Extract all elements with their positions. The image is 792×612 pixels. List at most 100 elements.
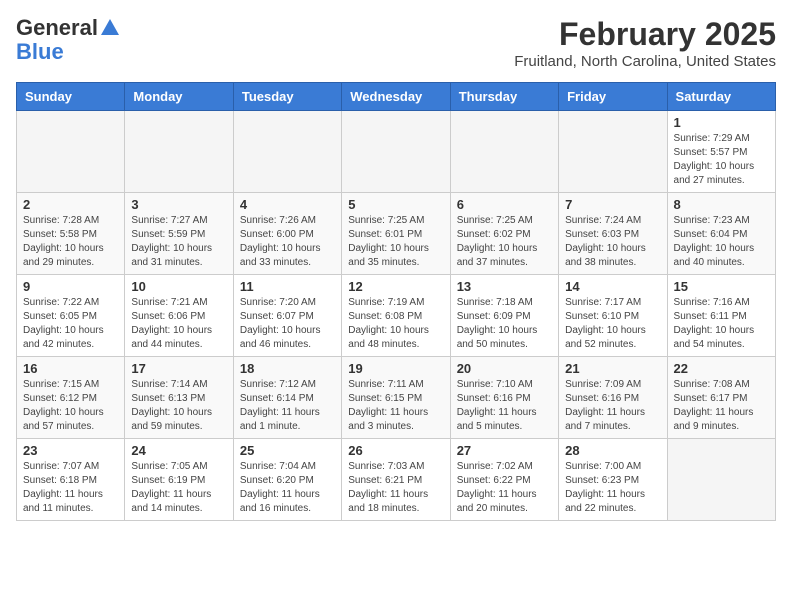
day-number: 14 xyxy=(565,279,660,294)
calendar-cell xyxy=(450,111,558,193)
calendar-cell xyxy=(559,111,667,193)
calendar-cell: 13 Sunrise: 7:18 AM Sunset: 6:09 PM Dayli… xyxy=(450,275,558,357)
day-number: 7 xyxy=(565,197,660,212)
day-number: 1 xyxy=(674,115,769,130)
column-header-thursday: Thursday xyxy=(450,83,558,111)
day-number: 6 xyxy=(457,197,552,212)
day-info: Sunrise: 7:09 AM Sunset: 6:16 PM Dayligh… xyxy=(565,378,660,434)
calendar-cell: 27Sunrise: 7:02 AM Sunset: 6:22 PM Dayli… xyxy=(450,439,558,521)
logo-blue: Blue xyxy=(16,39,64,64)
calendar-cell: 11 Sunrise: 7:20 AM Sunset: 6:07 PM Dayli… xyxy=(233,275,341,357)
column-header-tuesday: Tuesday xyxy=(233,83,341,111)
day-info: Sunrise: 7:25 AM Sunset: 6:01 PM Dayligh… xyxy=(348,214,443,270)
calendar-week-3: 16 Sunrise: 7:15 AM Sunset: 6:12 PM Dayli… xyxy=(17,357,776,439)
day-number: 19 xyxy=(348,361,443,376)
calendar-cell: 3 Sunrise: 7:27 AM Sunset: 5:59 PM Daylig… xyxy=(125,193,233,275)
day-number: 25 xyxy=(240,443,335,458)
day-number: 8 xyxy=(674,197,769,212)
column-header-saturday: Saturday xyxy=(667,83,775,111)
calendar-cell xyxy=(233,111,341,193)
day-info: Sunrise: 7:26 AM Sunset: 6:00 PM Dayligh… xyxy=(240,214,335,270)
day-info: Sunrise: 7:27 AM Sunset: 5:59 PM Dayligh… xyxy=(131,214,226,270)
calendar-cell xyxy=(342,111,450,193)
day-number: 10 xyxy=(131,279,226,294)
day-number: 23 xyxy=(23,443,118,458)
day-info: Sunrise: 7:04 AM Sunset: 6:20 PM Dayligh… xyxy=(240,460,335,516)
calendar-cell: 17Sunrise: 7:14 AM Sunset: 6:13 PM Dayli… xyxy=(125,357,233,439)
day-number: 11 xyxy=(240,279,335,294)
day-info: Sunrise: 7:20 AM Sunset: 6:07 PM Dayligh… xyxy=(240,296,335,352)
calendar-week-1: 2Sunrise: 7:28 AM Sunset: 5:58 PM Daylig… xyxy=(17,193,776,275)
calendar-cell: 7 Sunrise: 7:24 AM Sunset: 6:03 PM Daylig… xyxy=(559,193,667,275)
day-number: 2 xyxy=(23,197,118,212)
day-number: 16 xyxy=(23,361,118,376)
calendar-cell xyxy=(667,439,775,521)
month-title: February 2025 xyxy=(514,16,776,53)
calendar-week-2: 9 Sunrise: 7:22 AM Sunset: 6:05 PM Daylig… xyxy=(17,275,776,357)
column-header-sunday: Sunday xyxy=(17,83,125,111)
calendar-header-row: SundayMondayTuesdayWednesdayThursdayFrid… xyxy=(17,83,776,111)
day-number: 27 xyxy=(457,443,552,458)
day-number: 9 xyxy=(23,279,118,294)
calendar-table: SundayMondayTuesdayWednesdayThursdayFrid… xyxy=(16,82,776,521)
column-header-friday: Friday xyxy=(559,83,667,111)
day-info: Sunrise: 7:03 AM Sunset: 6:21 PM Dayligh… xyxy=(348,460,443,516)
calendar-cell: 16 Sunrise: 7:15 AM Sunset: 6:12 PM Dayli… xyxy=(17,357,125,439)
calendar-cell: 19 Sunrise: 7:11 AM Sunset: 6:15 PM Dayli… xyxy=(342,357,450,439)
calendar-cell: 25 Sunrise: 7:04 AM Sunset: 6:20 PM Dayli… xyxy=(233,439,341,521)
calendar-cell: 8 Sunrise: 7:23 AM Sunset: 6:04 PM Daylig… xyxy=(667,193,775,275)
logo-general: General xyxy=(16,16,98,40)
calendar-cell: 22 Sunrise: 7:08 AM Sunset: 6:17 PM Dayli… xyxy=(667,357,775,439)
calendar-week-0: 1 Sunrise: 7:29 AM Sunset: 5:57 PM Daylig… xyxy=(17,111,776,193)
day-number: 22 xyxy=(674,361,769,376)
day-number: 24 xyxy=(131,443,226,458)
calendar-cell xyxy=(125,111,233,193)
day-number: 4 xyxy=(240,197,335,212)
day-number: 13 xyxy=(457,279,552,294)
day-info: Sunrise: 7:00 AM Sunset: 6:23 PM Dayligh… xyxy=(565,460,660,516)
calendar-cell: 23Sunrise: 7:07 AM Sunset: 6:18 PM Dayli… xyxy=(17,439,125,521)
logo-icon xyxy=(99,17,121,39)
logo: General Blue xyxy=(16,16,122,64)
day-number: 15 xyxy=(674,279,769,294)
calendar-cell xyxy=(17,111,125,193)
calendar-cell: 28 Sunrise: 7:00 AM Sunset: 6:23 PM Dayli… xyxy=(559,439,667,521)
calendar-cell: 18Sunrise: 7:12 AM Sunset: 6:14 PM Dayli… xyxy=(233,357,341,439)
day-number: 28 xyxy=(565,443,660,458)
calendar-cell: 6 Sunrise: 7:25 AM Sunset: 6:02 PM Daylig… xyxy=(450,193,558,275)
day-number: 3 xyxy=(131,197,226,212)
day-info: Sunrise: 7:08 AM Sunset: 6:17 PM Dayligh… xyxy=(674,378,769,434)
calendar-cell: 26 Sunrise: 7:03 AM Sunset: 6:21 PM Dayli… xyxy=(342,439,450,521)
day-number: 20 xyxy=(457,361,552,376)
calendar-cell: 2Sunrise: 7:28 AM Sunset: 5:58 PM Daylig… xyxy=(17,193,125,275)
day-info: Sunrise: 7:11 AM Sunset: 6:15 PM Dayligh… xyxy=(348,378,443,434)
day-number: 21 xyxy=(565,361,660,376)
calendar-cell: 15Sunrise: 7:16 AM Sunset: 6:11 PM Dayli… xyxy=(667,275,775,357)
day-number: 26 xyxy=(348,443,443,458)
day-number: 5 xyxy=(348,197,443,212)
calendar-cell: 24 Sunrise: 7:05 AM Sunset: 6:19 PM Dayli… xyxy=(125,439,233,521)
day-number: 12 xyxy=(348,279,443,294)
calendar-cell: 14Sunrise: 7:17 AM Sunset: 6:10 PM Dayli… xyxy=(559,275,667,357)
day-info: Sunrise: 7:15 AM Sunset: 6:12 PM Dayligh… xyxy=(23,378,118,434)
day-info: Sunrise: 7:25 AM Sunset: 6:02 PM Dayligh… xyxy=(457,214,552,270)
column-header-wednesday: Wednesday xyxy=(342,83,450,111)
calendar-cell: 1 Sunrise: 7:29 AM Sunset: 5:57 PM Daylig… xyxy=(667,111,775,193)
day-info: Sunrise: 7:12 AM Sunset: 6:14 PM Dayligh… xyxy=(240,378,335,434)
day-info: Sunrise: 7:05 AM Sunset: 6:19 PM Dayligh… xyxy=(131,460,226,516)
column-header-monday: Monday xyxy=(125,83,233,111)
calendar-cell: 12Sunrise: 7:19 AM Sunset: 6:08 PM Dayli… xyxy=(342,275,450,357)
day-info: Sunrise: 7:18 AM Sunset: 6:09 PM Dayligh… xyxy=(457,296,552,352)
day-info: Sunrise: 7:29 AM Sunset: 5:57 PM Dayligh… xyxy=(674,132,769,188)
calendar-week-4: 23Sunrise: 7:07 AM Sunset: 6:18 PM Dayli… xyxy=(17,439,776,521)
day-info: Sunrise: 7:21 AM Sunset: 6:06 PM Dayligh… xyxy=(131,296,226,352)
day-info: Sunrise: 7:10 AM Sunset: 6:16 PM Dayligh… xyxy=(457,378,552,434)
calendar-cell: 5 Sunrise: 7:25 AM Sunset: 6:01 PM Daylig… xyxy=(342,193,450,275)
calendar-cell: 9 Sunrise: 7:22 AM Sunset: 6:05 PM Daylig… xyxy=(17,275,125,357)
calendar-cell: 21 Sunrise: 7:09 AM Sunset: 6:16 PM Dayli… xyxy=(559,357,667,439)
day-info: Sunrise: 7:23 AM Sunset: 6:04 PM Dayligh… xyxy=(674,214,769,270)
title-block: February 2025 Fruitland, North Carolina,… xyxy=(514,16,776,70)
day-info: Sunrise: 7:24 AM Sunset: 6:03 PM Dayligh… xyxy=(565,214,660,270)
calendar-cell: 20 Sunrise: 7:10 AM Sunset: 6:16 PM Dayli… xyxy=(450,357,558,439)
day-info: Sunrise: 7:22 AM Sunset: 6:05 PM Dayligh… xyxy=(23,296,118,352)
